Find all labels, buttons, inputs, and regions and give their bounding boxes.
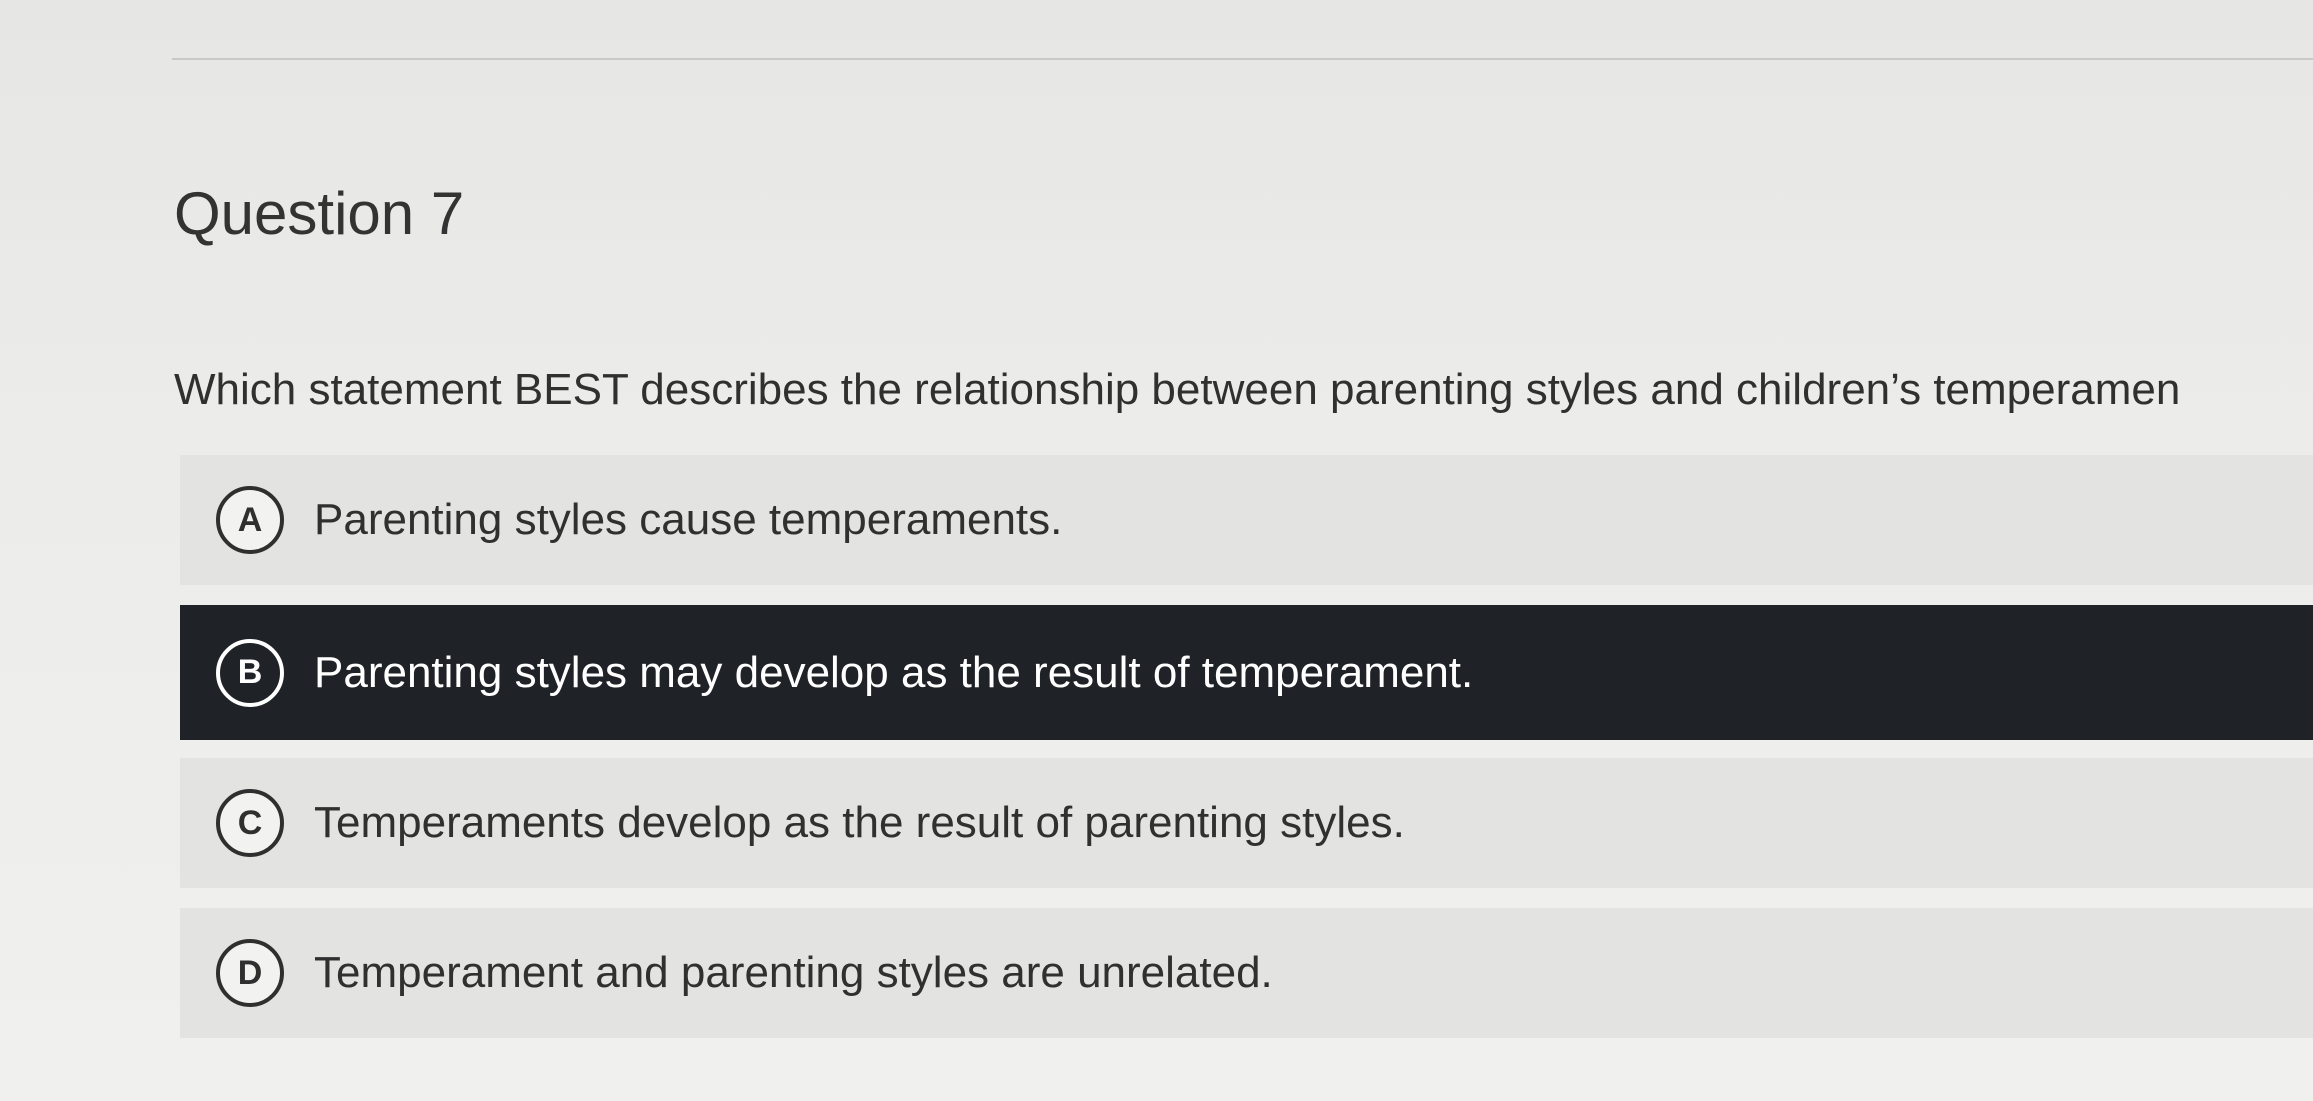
option-a[interactable]: A Parenting styles cause temperaments.: [180, 455, 2313, 585]
top-divider: [172, 58, 2313, 60]
question-prompt: Which statement BEST describes the relat…: [174, 365, 2181, 414]
option-b[interactable]: B Parenting styles may develop as the re…: [180, 605, 2313, 740]
option-d-letter-badge: D: [216, 939, 284, 1007]
question-title: Question 7: [174, 180, 465, 247]
option-c-letter-badge: C: [216, 789, 284, 857]
option-c[interactable]: C Temperaments develop as the result of …: [180, 758, 2313, 888]
option-a-letter-badge: A: [216, 486, 284, 554]
option-b-text: Parenting styles may develop as the resu…: [314, 647, 1474, 697]
option-d-text: Temperament and parenting styles are unr…: [314, 948, 1273, 997]
option-a-text: Parenting styles cause temperaments.: [314, 495, 1063, 544]
option-b-letter-badge: B: [216, 638, 284, 707]
option-d[interactable]: D Temperament and parenting styles are u…: [180, 908, 2313, 1038]
option-c-text: Temperaments develop as the result of pa…: [314, 798, 1405, 847]
